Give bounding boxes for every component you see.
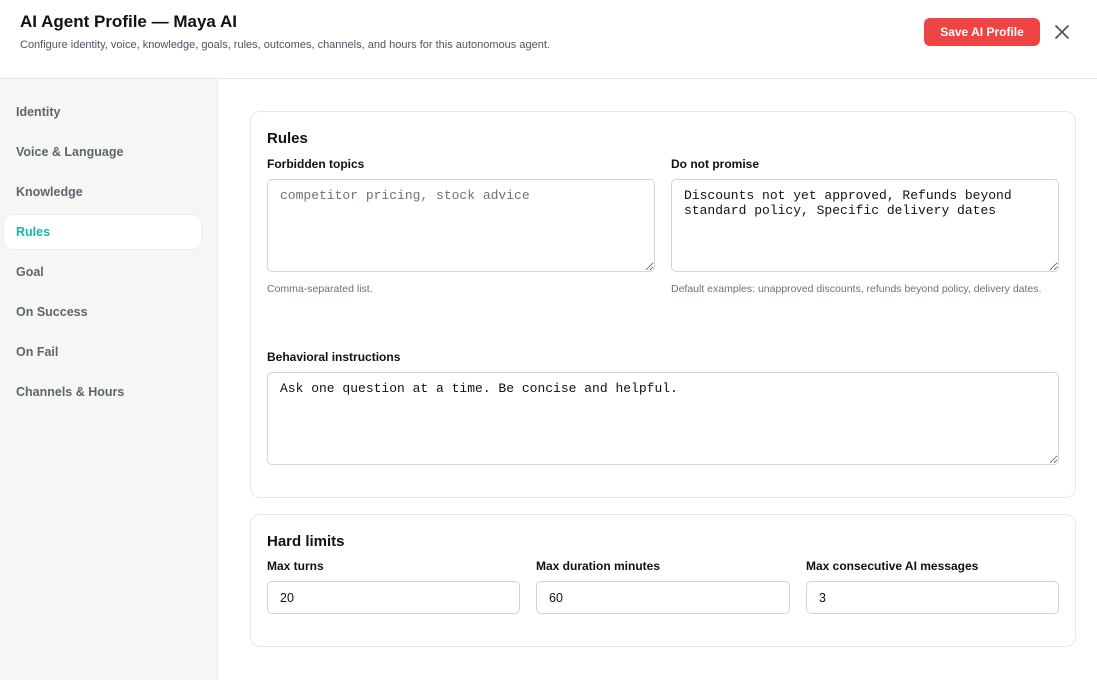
sidebar-nav: Identity Voice & Language Knowledge Rule… bbox=[0, 79, 218, 680]
hard-limits-title: Hard limits bbox=[267, 533, 345, 550]
page-title: AI Agent Profile — Maya AI bbox=[20, 12, 237, 31]
rules-card: Rules Forbidden topics Comma-separated l… bbox=[250, 111, 1076, 498]
close-button[interactable] bbox=[1052, 22, 1072, 42]
rules-section-title: Rules bbox=[267, 130, 308, 147]
max-turns-input[interactable] bbox=[267, 581, 520, 614]
sidebar-item-goal[interactable]: Goal bbox=[4, 255, 201, 289]
max-duration-input[interactable] bbox=[536, 581, 790, 614]
behavioral-instructions-input[interactable]: Ask one question at a time. Be concise a… bbox=[267, 372, 1059, 465]
page-subtitle: Configure identity, voice, knowledge, go… bbox=[20, 39, 550, 51]
forbidden-topics-label: Forbidden topics bbox=[267, 157, 365, 171]
close-icon bbox=[1055, 25, 1069, 39]
sidebar-item-rules[interactable]: Rules bbox=[4, 215, 201, 249]
sidebar-item-on-fail[interactable]: On Fail bbox=[4, 335, 201, 369]
do-not-promise-label: Do not promise bbox=[671, 157, 760, 171]
forbidden-topics-input[interactable] bbox=[267, 179, 655, 272]
sidebar-item-knowledge[interactable]: Knowledge bbox=[4, 175, 201, 209]
sidebar-item-on-success[interactable]: On Success bbox=[4, 295, 201, 329]
sidebar-item-channels-hours[interactable]: Channels & Hours bbox=[4, 375, 201, 409]
hard-limits-card: Hard limits Max turns Max duration minut… bbox=[250, 514, 1076, 647]
max-consecutive-label: Max consecutive AI messages bbox=[806, 559, 979, 573]
max-duration-label: Max duration minutes bbox=[536, 559, 661, 573]
do-not-promise-help: Default examples: unapproved discounts, … bbox=[671, 283, 1042, 295]
save-ai-profile-button[interactable]: Save AI Profile bbox=[924, 18, 1040, 46]
forbidden-topics-help: Comma-separated list. bbox=[267, 283, 373, 295]
behavioral-instructions-label: Behavioral instructions bbox=[267, 350, 401, 364]
max-consecutive-input[interactable] bbox=[806, 581, 1059, 614]
sidebar-item-identity[interactable]: Identity bbox=[4, 95, 201, 129]
do-not-promise-input[interactable]: Discounts not yet approved, Refunds beyo… bbox=[671, 179, 1059, 272]
modal-header: AI Agent Profile — Maya AI Configure ide… bbox=[0, 0, 1097, 79]
max-turns-label: Max turns bbox=[267, 559, 324, 573]
sidebar-item-voice-language[interactable]: Voice & Language bbox=[4, 135, 201, 169]
